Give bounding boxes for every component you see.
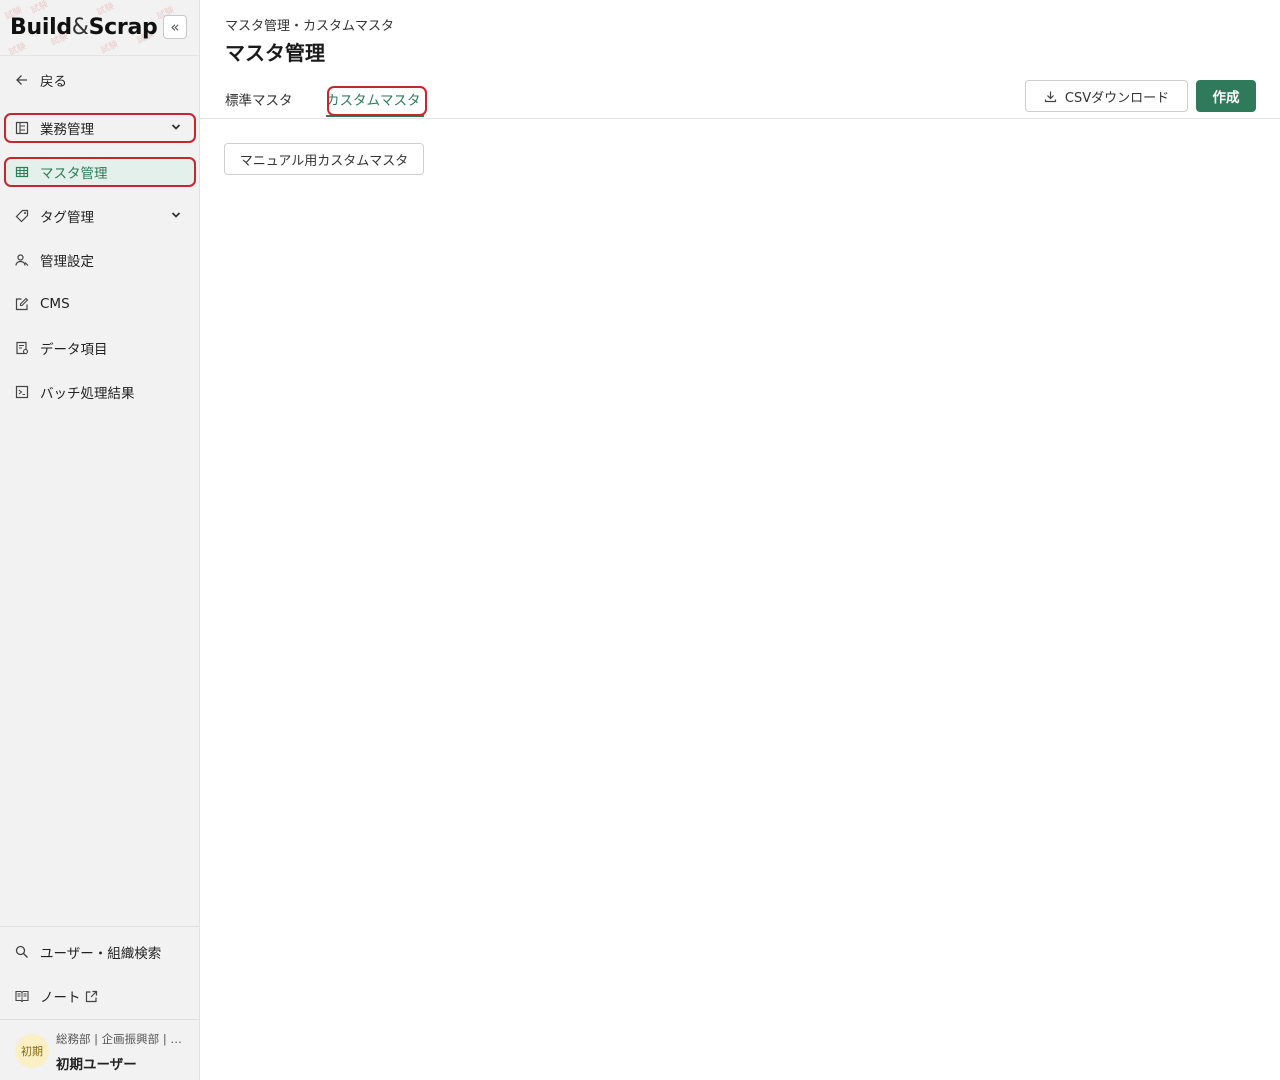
logo-part1: Build bbox=[10, 15, 72, 40]
app-logo[interactable]: Build&Scrap bbox=[10, 15, 158, 40]
sidebar-item-label: バッチ処理結果 bbox=[40, 386, 135, 402]
sidebar-item-user-search[interactable]: ユーザー・組織検索 bbox=[6, 939, 194, 965]
arrow-left-icon bbox=[15, 73, 29, 87]
data-item-icon bbox=[15, 341, 29, 355]
create-button[interactable]: 作成 bbox=[1196, 80, 1256, 112]
business-icon bbox=[15, 121, 29, 135]
sidebar-item-notes[interactable]: ノート bbox=[6, 983, 194, 1009]
sidebar-item-label: CMS bbox=[40, 296, 70, 312]
sidebar-item-cms[interactable]: CMS bbox=[6, 291, 194, 317]
sidebar-item-admin-settings[interactable]: 管理設定 bbox=[6, 247, 194, 273]
avatar: 初期 bbox=[15, 1034, 49, 1068]
collapse-sidebar-button[interactable]: « bbox=[163, 15, 187, 39]
book-icon bbox=[15, 989, 29, 1003]
chevron-down-icon[interactable] bbox=[170, 121, 182, 137]
annotation-outline bbox=[327, 86, 427, 116]
logo-area: 試験 試験 試験 試験 試験 試験 試験 試験 Build&Scrap « bbox=[0, 0, 199, 56]
sidebar-item-master[interactable]: マスタ管理 bbox=[4, 157, 196, 187]
sidebar-item-label: 業務管理 bbox=[40, 122, 94, 138]
tag-icon bbox=[15, 209, 29, 223]
edit-icon bbox=[15, 297, 29, 311]
tab-standard-master[interactable]: 標準マスタ bbox=[225, 87, 293, 117]
csv-download-button[interactable]: CSVダウンロード bbox=[1025, 80, 1188, 112]
search-icon bbox=[15, 945, 29, 959]
terminal-icon bbox=[15, 385, 29, 399]
page-title: マスタ管理 bbox=[225, 41, 325, 65]
tabs-divider bbox=[200, 118, 1280, 119]
sidebar-item-label: ユーザー・組織検索 bbox=[40, 946, 162, 962]
external-link-icon bbox=[85, 990, 98, 1003]
sidebar-item-data-items[interactable]: データ項目 bbox=[6, 335, 194, 361]
user-name: 初期ユーザー bbox=[56, 1057, 137, 1073]
user-profile[interactable]: 初期 総務部 | 企画振興部 | … 初期ユーザー bbox=[0, 1019, 199, 1080]
sidebar-item-label: タグ管理 bbox=[40, 210, 94, 226]
admin-users-icon bbox=[15, 253, 29, 267]
main-content: マスタ管理・カスタムマスタ マスタ管理 標準マスタ カスタムマスタ CSVダウン… bbox=[200, 0, 1280, 1080]
sidebar: 試験 試験 試験 試験 試験 試験 試験 試験 Build&Scrap « 戻る… bbox=[0, 0, 200, 1080]
table-icon bbox=[15, 165, 29, 179]
back-link[interactable]: 戻る bbox=[6, 67, 194, 93]
sidebar-item-business[interactable]: 業務管理 bbox=[4, 113, 196, 143]
back-label: 戻る bbox=[40, 74, 67, 90]
sidebar-item-label: マスタ管理 bbox=[40, 166, 108, 182]
breadcrumb: マスタ管理・カスタムマスタ bbox=[225, 19, 395, 34]
sidebar-item-label: データ項目 bbox=[40, 342, 108, 358]
sidebar-bottom: ユーザー・組織検索 ノート bbox=[0, 926, 199, 1006]
double-chevron-left-icon: « bbox=[170, 18, 180, 36]
watermark-stamp: 試験 bbox=[29, 0, 50, 17]
logo-part2: Scrap bbox=[88, 15, 158, 40]
watermark-stamp: 試験 bbox=[7, 41, 28, 56]
sidebar-item-label: 管理設定 bbox=[40, 254, 94, 270]
logo-amp: & bbox=[71, 15, 89, 40]
sidebar-item-tags[interactable]: タグ管理 bbox=[6, 203, 194, 229]
download-icon bbox=[1044, 90, 1057, 103]
chevron-down-icon[interactable] bbox=[170, 209, 182, 225]
sidebar-item-batch-results[interactable]: バッチ処理結果 bbox=[6, 379, 194, 405]
sidebar-item-label: ノート bbox=[40, 990, 81, 1006]
custom-master-item[interactable]: マニュアル用カスタムマスタ bbox=[224, 143, 424, 175]
csv-download-label: CSVダウンロード bbox=[1064, 90, 1170, 106]
user-org: 総務部 | 企画振興部 | … bbox=[56, 1032, 182, 1046]
